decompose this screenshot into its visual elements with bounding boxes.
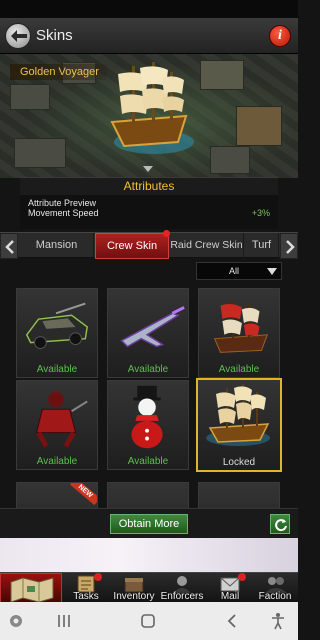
accessibility-icon[interactable] [270, 612, 286, 630]
skin-status: Available [218, 364, 260, 375]
nav-label: Tasks [73, 591, 99, 602]
skin-card-samurai-armor[interactable]: Available [16, 380, 98, 470]
nav-mail[interactable]: Mail [206, 573, 254, 603]
attribute-name: Movement Speed [28, 208, 99, 218]
tab-label: Mansion [35, 239, 78, 251]
tab-label: Turf [251, 239, 272, 251]
city-building [210, 146, 250, 174]
nav-inventory[interactable]: Inventory [110, 573, 158, 603]
city-building [200, 60, 244, 90]
skin-card-armored-car[interactable]: Available [16, 288, 98, 378]
skins-grid: Available Available Available Available [0, 284, 298, 508]
skin-card-fighter-jet[interactable]: Available [107, 288, 189, 378]
tab-crew-skin[interactable]: Crew Skin [95, 230, 170, 259]
tab-turf[interactable]: Turf [245, 233, 279, 259]
refresh-button[interactable] [270, 514, 290, 534]
caret-down-icon [267, 268, 277, 275]
nav-label: Inventory [113, 591, 155, 602]
nav-label: Enforcers [160, 591, 204, 602]
fighter-jet-icon [120, 306, 185, 348]
tab-mansion[interactable]: Mansion [20, 233, 94, 259]
nav-faction[interactable]: Faction [252, 573, 298, 603]
notification-dot [238, 573, 246, 581]
attribute-value: +3% [251, 208, 270, 218]
map-icon [10, 577, 54, 602]
tab-raid-crew-skin[interactable]: Raid Crew Skin [170, 233, 244, 259]
skin-status: Locked [222, 457, 256, 468]
snowman-icon [131, 385, 163, 449]
refresh-icon [275, 519, 287, 532]
filter-dropdown[interactable]: All [196, 262, 282, 280]
skin-card-red-sail-ship[interactable]: Available [198, 288, 280, 378]
info-button[interactable]: i [269, 25, 291, 47]
attribute-preview-label: Attribute Preview [28, 198, 97, 208]
back-arrow-icon [11, 30, 27, 42]
chevron-left-icon [5, 240, 14, 254]
city-building [236, 106, 282, 146]
red-sail-ship-icon [213, 299, 269, 353]
golden-ship-icon [110, 62, 194, 154]
city-building [10, 84, 50, 110]
notification-dot [94, 573, 102, 581]
home-icon[interactable] [140, 613, 156, 629]
skin-card-golden-ship[interactable]: Locked [196, 378, 282, 472]
skin-card-snowman[interactable]: Available [107, 380, 189, 470]
new-badge: NEW [69, 483, 97, 506]
settings-icon[interactable] [8, 613, 24, 629]
tab-label: Raid Crew Skin [170, 239, 243, 251]
nav-map[interactable] [0, 573, 62, 603]
back-button[interactable] [5, 23, 31, 49]
bottom-nav: Tasks Inventory Enforcers Mail Faction [0, 572, 298, 603]
notification-dot [163, 230, 170, 237]
status-bar [0, 0, 298, 18]
skin-status: Available [36, 456, 78, 467]
tabs-scroll-right-button[interactable] [280, 233, 298, 259]
skin-status: Available [36, 364, 78, 375]
skin-status: Available [127, 364, 169, 375]
skin-category-tabs: Mansion Crew Skin Raid Crew Skin Turf [0, 230, 298, 259]
skin-preview: Golden Voyager [0, 54, 298, 178]
tabs-scroll-left-button[interactable] [0, 233, 18, 259]
recent-apps-icon[interactable] [56, 614, 72, 628]
action-bar: Obtain More [0, 508, 298, 538]
skin-card[interactable] [107, 482, 189, 508]
skin-status: Available [127, 456, 169, 467]
armored-car-icon [25, 302, 89, 349]
system-navigation-bar [0, 602, 298, 640]
skin-card-new[interactable]: NEW [16, 482, 98, 508]
blurred-overlay [0, 538, 298, 572]
chevron-down-icon [143, 166, 153, 172]
tab-label: Crew Skin [106, 240, 158, 252]
page-title: Skins [36, 27, 73, 44]
attributes-panel: Attribute Preview Movement Speed +3% [20, 195, 278, 229]
header: Skins i [0, 18, 298, 54]
golden-ship-icon [206, 384, 270, 446]
skin-card[interactable] [198, 482, 280, 508]
skin-name-label: Golden Voyager [10, 64, 107, 80]
city-building [14, 138, 66, 168]
obtain-more-button[interactable]: Obtain More [110, 514, 188, 534]
filter-value: All [229, 266, 240, 276]
nav-label: Faction [258, 591, 292, 602]
back-icon[interactable] [226, 613, 238, 629]
nav-enforcers[interactable]: Enforcers [158, 573, 206, 603]
chevron-right-icon [286, 240, 295, 254]
samurai-armor-icon [35, 391, 88, 448]
nav-label: Mail [220, 591, 240, 602]
attributes-header[interactable]: Attributes [20, 177, 278, 195]
nav-tasks[interactable]: Tasks [62, 573, 110, 603]
